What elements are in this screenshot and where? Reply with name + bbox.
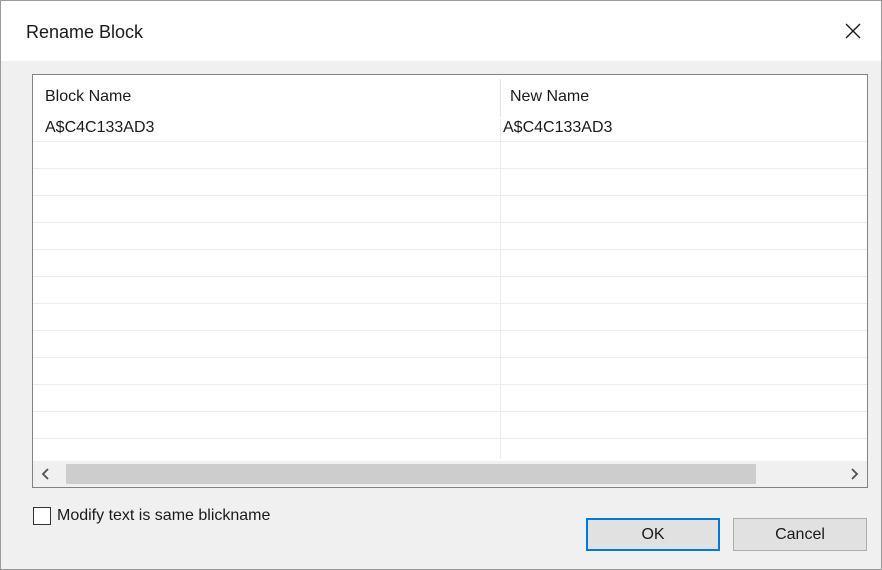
column-header-new-name[interactable]: New Name bbox=[510, 75, 850, 119]
horizontal-scrollbar[interactable] bbox=[33, 461, 867, 487]
table-row[interactable] bbox=[33, 223, 867, 250]
rename-block-dialog: Rename Block Block Name New Name A$C4C13… bbox=[0, 0, 882, 570]
cell-block-name[interactable]: A$C4C133AD3 bbox=[45, 115, 154, 141]
table-row[interactable]: A$C4C133AD3 A$C4C133AD3 bbox=[33, 115, 867, 142]
grid-rows: A$C4C133AD3 A$C4C133AD3 bbox=[33, 115, 867, 439]
column-divider-handle[interactable] bbox=[500, 79, 501, 117]
cell-new-name[interactable]: A$C4C133AD3 bbox=[503, 115, 612, 141]
table-row[interactable] bbox=[33, 142, 867, 169]
column-header-block-name[interactable]: Block Name bbox=[45, 75, 495, 119]
table-row[interactable] bbox=[33, 385, 867, 412]
close-button[interactable] bbox=[825, 1, 881, 61]
scrollbar-thumb[interactable] bbox=[66, 464, 756, 484]
cancel-button[interactable]: Cancel bbox=[733, 518, 867, 551]
title-bar: Rename Block bbox=[1, 1, 881, 61]
table-row[interactable] bbox=[33, 277, 867, 304]
modify-text-label[interactable]: Modify text is same blickname bbox=[57, 507, 270, 525]
table-row[interactable] bbox=[33, 304, 867, 331]
chevron-right-icon bbox=[851, 468, 859, 480]
ok-button[interactable]: OK bbox=[586, 518, 720, 551]
modify-text-option[interactable]: Modify text is same blickname bbox=[33, 505, 270, 527]
chevron-left-icon bbox=[41, 468, 49, 480]
table-row[interactable] bbox=[33, 169, 867, 196]
block-name-grid[interactable]: Block Name New Name A$C4C133AD3 A$C4C133A… bbox=[32, 74, 868, 488]
table-row[interactable] bbox=[33, 412, 867, 439]
modify-text-checkbox[interactable] bbox=[33, 507, 51, 525]
table-row[interactable] bbox=[33, 196, 867, 223]
scroll-right-button[interactable] bbox=[841, 461, 867, 487]
table-row[interactable] bbox=[33, 358, 867, 385]
table-row[interactable] bbox=[33, 331, 867, 358]
dialog-title: Rename Block bbox=[26, 22, 144, 42]
grid-header: Block Name New Name bbox=[33, 75, 867, 119]
table-row[interactable] bbox=[33, 250, 867, 277]
scroll-left-button[interactable] bbox=[33, 461, 59, 487]
close-icon bbox=[845, 23, 861, 39]
